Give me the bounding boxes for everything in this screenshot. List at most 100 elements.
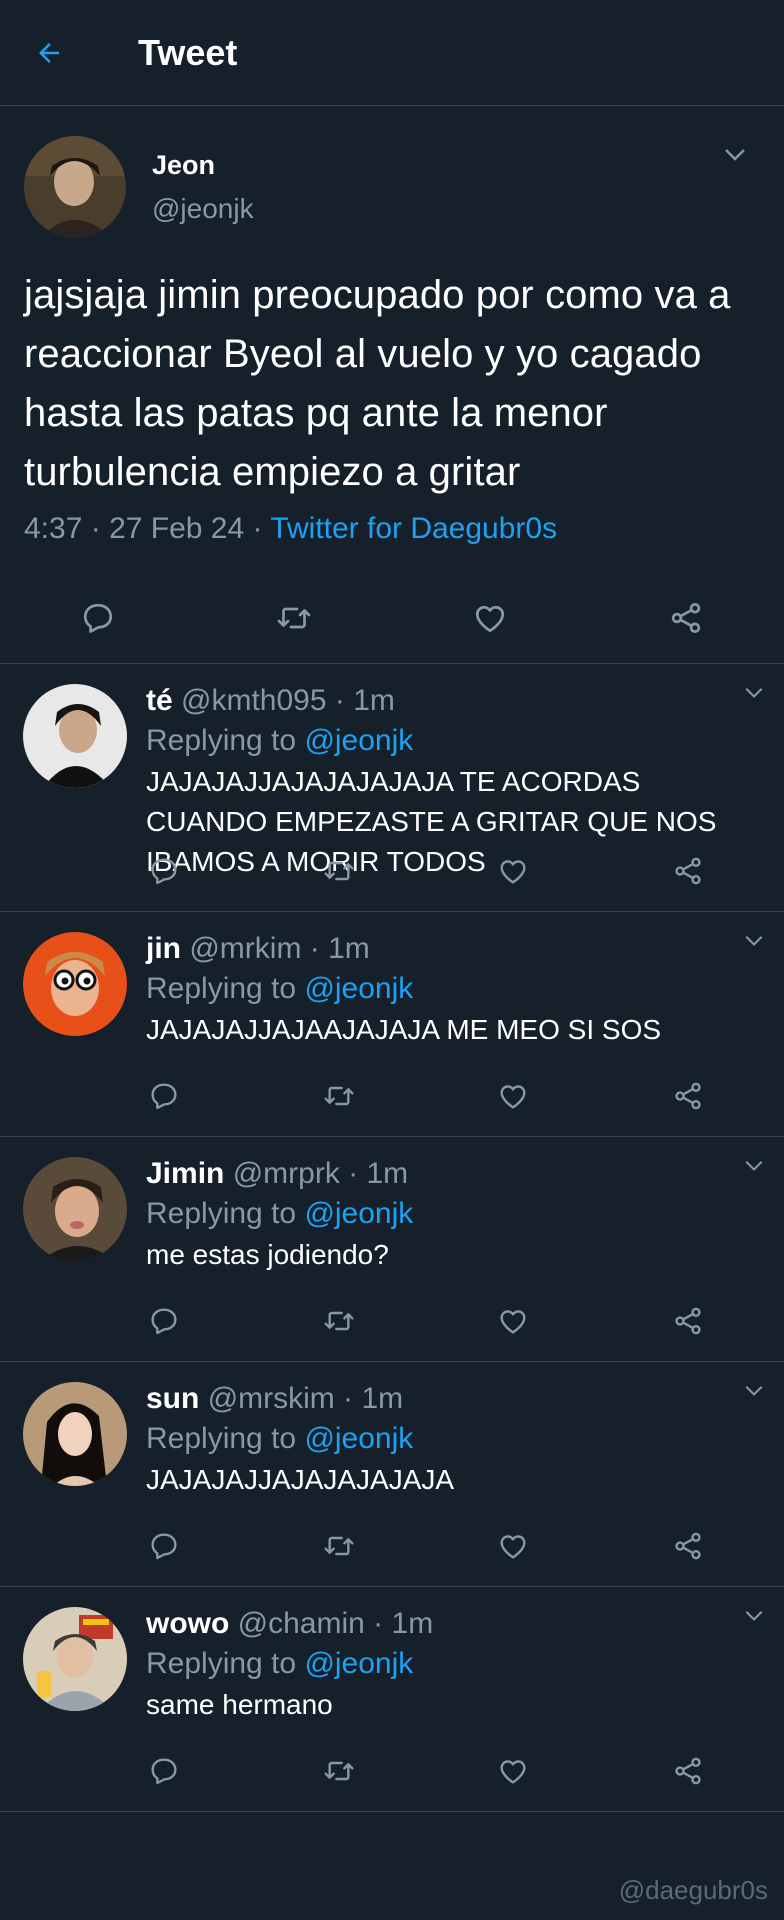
reply-tweet[interactable]: wowo @chamin · 1m Replying to @jeonjk sa… — [0, 1587, 784, 1812]
chevron-down-icon — [745, 1160, 763, 1171]
reply-menu-button[interactable] — [744, 686, 764, 704]
replying-to-mention[interactable]: @jeonjk — [304, 1647, 413, 1680]
author-handle[interactable]: @jeonjk — [152, 193, 254, 225]
replying-to-label: Replying to — [146, 1422, 297, 1455]
reply-author-handle[interactable]: @mrskim — [208, 1382, 335, 1415]
main-tweet: Jeon @jeonjk jajsjaja jimin preocupado p… — [0, 106, 784, 664]
reply-tweet[interactable]: té @kmth095 · 1m Replying to @jeonjk JAJ… — [0, 664, 784, 912]
like-button[interactable] — [495, 853, 531, 889]
replying-to-label: Replying to — [146, 1197, 297, 1230]
retweet-icon — [324, 861, 354, 881]
reply-author-handle[interactable]: @mrkim — [189, 932, 301, 965]
reply-menu-button[interactable] — [744, 934, 764, 952]
reply-author-name[interactable]: Jimin — [146, 1157, 224, 1190]
share-icon — [671, 603, 701, 633]
main-tweet-actions — [0, 573, 784, 663]
like-button[interactable] — [495, 1528, 531, 1564]
reply-tweet[interactable]: jin @mrkim · 1m Replying to @jeonjk JAJA… — [0, 912, 784, 1137]
share-button[interactable] — [670, 1078, 706, 1114]
retweet-button[interactable] — [274, 598, 314, 638]
reply-menu-button[interactable] — [744, 1159, 764, 1177]
chevron-down-icon — [745, 935, 763, 946]
reply-author-handle[interactable]: @chamin — [238, 1607, 365, 1640]
share-button[interactable] — [670, 853, 706, 889]
retweet-button[interactable] — [321, 1078, 357, 1114]
retweet-button[interactable] — [321, 853, 357, 889]
avatar[interactable] — [23, 1382, 127, 1486]
share-button[interactable] — [670, 1753, 706, 1789]
share-icon — [675, 1532, 701, 1560]
tweet-meta: 4:37 · 27 Feb 24 · Twitter for Daegubr0s — [24, 512, 760, 546]
tweet-date: 27 Feb 24 — [109, 512, 245, 545]
reply-text: same hermano — [146, 1689, 333, 1720]
avatar[interactable] — [24, 136, 126, 238]
like-icon — [475, 605, 505, 633]
reply-author-handle[interactable]: @kmth095 — [181, 684, 327, 717]
reply-text: me estas jodiendo? — [146, 1239, 389, 1270]
main-tweet-header: Jeon @jeonjk — [24, 126, 760, 248]
like-icon — [500, 860, 526, 884]
watermark: @daegubr0s — [618, 1875, 768, 1905]
like-icon — [500, 1310, 526, 1334]
top-bar: Tweet — [0, 0, 784, 106]
replying-to-label: Replying to — [146, 724, 297, 757]
author-name[interactable]: Jeon — [152, 150, 254, 181]
reply-button[interactable] — [146, 853, 182, 889]
reply-actions — [146, 849, 706, 893]
reply-author-name[interactable]: sun — [146, 1382, 199, 1415]
reply-tweet[interactable]: sun @mrskim · 1m Replying to @jeonjk JAJ… — [0, 1362, 784, 1587]
reply-button[interactable] — [146, 1303, 182, 1339]
like-button[interactable] — [495, 1078, 531, 1114]
reply-text: JAJAJAJJAJAJAJAJAJA — [146, 1464, 455, 1495]
avatar[interactable] — [23, 1607, 127, 1711]
tweet-source-link[interactable]: Twitter for Daegubr0s — [270, 512, 557, 545]
share-icon — [675, 857, 701, 885]
reply-time: 1m — [328, 932, 370, 965]
reply-actions — [146, 1524, 706, 1568]
back-arrow-icon — [39, 42, 59, 63]
chevron-down-icon — [745, 1610, 763, 1621]
replying-to-mention[interactable]: @jeonjk — [304, 1197, 413, 1230]
avatar[interactable] — [23, 1157, 127, 1261]
reply-icon — [151, 858, 177, 885]
reply-icon — [83, 603, 113, 633]
meta-separator: · — [252, 512, 271, 545]
reply-button[interactable] — [78, 598, 118, 638]
page-title: Tweet — [138, 31, 238, 73]
reply-tweet[interactable]: Jimin @mrprk · 1m Replying to @jeonjk me… — [0, 1137, 784, 1362]
tweet-menu-button[interactable] — [724, 148, 746, 167]
reply-author-name[interactable]: té — [146, 684, 173, 717]
share-icon — [675, 1082, 701, 1110]
reply-menu-button[interactable] — [744, 1609, 764, 1627]
share-button[interactable] — [670, 1303, 706, 1339]
share-button[interactable] — [666, 598, 706, 638]
replying-to-mention[interactable]: @jeonjk — [304, 1422, 413, 1455]
share-button[interactable] — [670, 1528, 706, 1564]
like-icon — [500, 1535, 526, 1559]
retweet-button[interactable] — [321, 1753, 357, 1789]
reply-text: JAJAJAJJAJAAJAJAJA ME MEO SI SOS — [146, 1014, 662, 1045]
avatar[interactable] — [23, 684, 127, 788]
back-button[interactable] — [34, 38, 94, 68]
reply-menu-button[interactable] — [744, 1384, 764, 1402]
retweet-button[interactable] — [321, 1528, 357, 1564]
like-button[interactable] — [495, 1753, 531, 1789]
reply-button[interactable] — [146, 1528, 182, 1564]
meta-separator: · — [90, 512, 110, 545]
like-button[interactable] — [495, 1303, 531, 1339]
chevron-down-icon — [745, 1385, 763, 1396]
retweet-button[interactable] — [321, 1303, 357, 1339]
reply-author-name[interactable]: wowo — [146, 1607, 229, 1640]
avatar[interactable] — [23, 932, 127, 1036]
replying-to-mention[interactable]: @jeonjk — [304, 972, 413, 1005]
reply-actions — [146, 1749, 706, 1793]
replying-to-mention[interactable]: @jeonjk — [304, 724, 413, 757]
like-button[interactable] — [470, 598, 510, 638]
reply-time: 1m — [361, 1382, 404, 1415]
reply-button[interactable] — [146, 1078, 182, 1114]
reply-button[interactable] — [146, 1753, 182, 1789]
reply-author-handle[interactable]: @mrprk — [233, 1157, 340, 1190]
tweet-text: jajsjaja jimin preocupado por como va a … — [24, 273, 731, 494]
reply-author-name[interactable]: jin — [146, 932, 181, 965]
reply-icon — [151, 1308, 177, 1335]
